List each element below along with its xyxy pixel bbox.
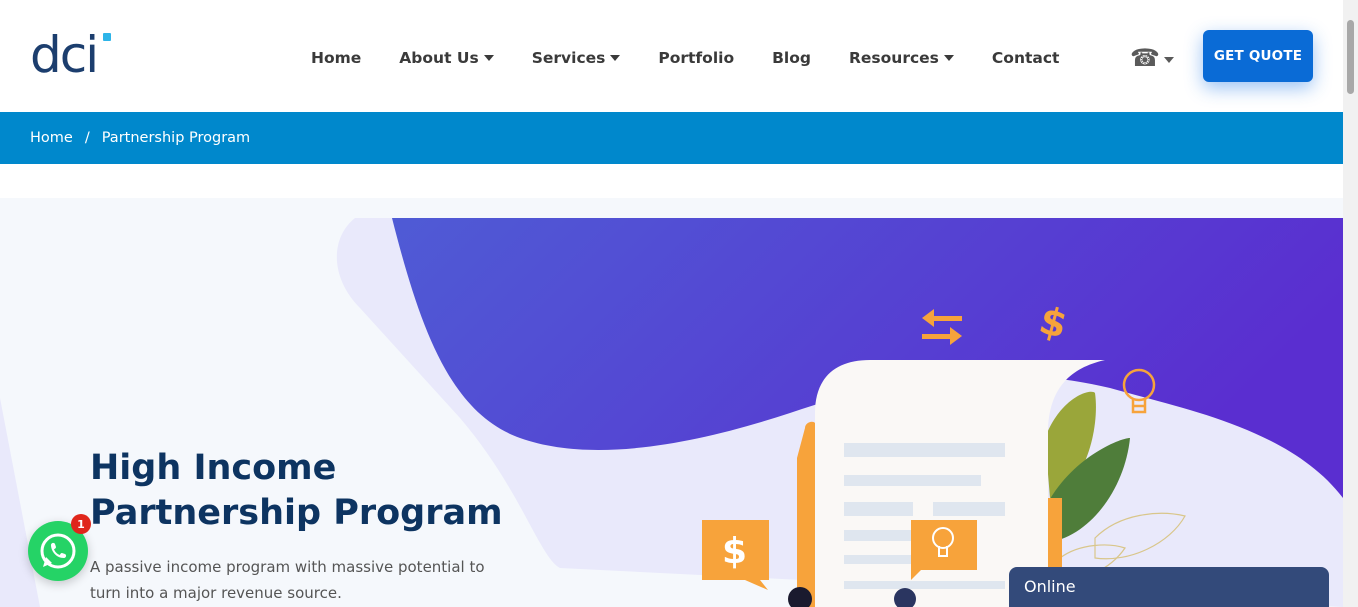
live-chat-widget[interactable]: Online bbox=[1009, 567, 1329, 607]
caret-down-icon bbox=[483, 55, 494, 61]
nav-resources[interactable]: Resources bbox=[849, 49, 954, 67]
scrollbar-thumb[interactable] bbox=[1347, 20, 1354, 94]
nav-blog[interactable]: Blog bbox=[772, 49, 811, 67]
nav-portfolio[interactable]: Portfolio bbox=[658, 49, 734, 67]
chat-status: Online bbox=[1024, 577, 1076, 596]
phone-icon: ☎ bbox=[1130, 44, 1160, 72]
caret-down-icon bbox=[1163, 57, 1174, 63]
caret-down-icon bbox=[943, 55, 954, 61]
caret-down-icon bbox=[610, 55, 621, 61]
hero-illustration: $ $ bbox=[0, 218, 1343, 607]
dollar-bubble-icon: $ bbox=[702, 520, 769, 590]
hero-section: $ $ High Income Partnership Program A pa… bbox=[0, 198, 1343, 607]
nav-about-us[interactable]: About Us bbox=[399, 49, 494, 67]
logo-text: dci bbox=[30, 26, 99, 84]
nav-home[interactable]: Home bbox=[311, 49, 361, 67]
page-title: High Income Partnership Program bbox=[90, 448, 503, 533]
breadcrumb: Home / Partnership Program bbox=[0, 112, 1343, 164]
phone-dropdown[interactable]: ☎ bbox=[1130, 44, 1174, 72]
get-quote-button[interactable]: GET QUOTE bbox=[1203, 30, 1313, 82]
document-back bbox=[797, 421, 815, 607]
main-nav: Home About Us Services Portfolio Blog Re… bbox=[311, 46, 1097, 70]
notification-badge: 1 bbox=[71, 514, 91, 534]
site-logo[interactable]: dci bbox=[30, 30, 112, 80]
page-scrollbar[interactable] bbox=[1343, 0, 1358, 607]
breadcrumb-separator: / bbox=[84, 130, 90, 146]
breadcrumb-home-link[interactable]: Home bbox=[30, 130, 73, 146]
hero-subtitle: A passive income program with massive po… bbox=[90, 558, 485, 602]
svg-text:$: $ bbox=[722, 531, 747, 572]
breadcrumb-current: Partnership Program bbox=[101, 130, 251, 146]
logo-dot bbox=[103, 33, 111, 41]
nav-services[interactable]: Services bbox=[532, 49, 621, 67]
nav-contact[interactable]: Contact bbox=[992, 49, 1060, 67]
site-header: dci Home About Us Services Portfolio Blo… bbox=[0, 0, 1343, 112]
